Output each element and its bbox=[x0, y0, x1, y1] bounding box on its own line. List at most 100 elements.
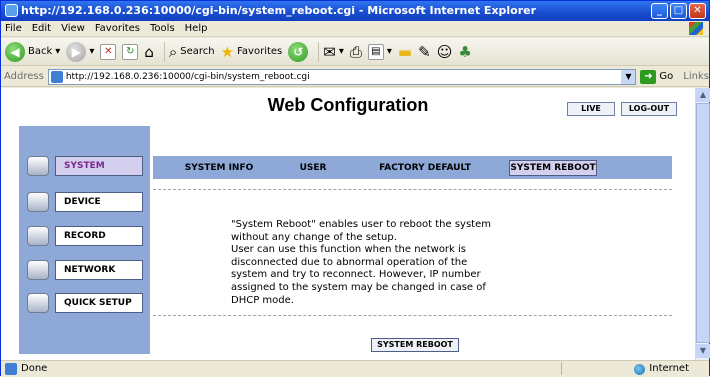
vertical-scrollbar[interactable]: ▲ ▼ bbox=[695, 88, 710, 360]
maximize-button[interactable]: □ bbox=[670, 3, 687, 19]
go-arrow-icon: ➜ bbox=[640, 69, 657, 84]
status-text: Done bbox=[21, 363, 48, 374]
messenger-icon: ☺ bbox=[436, 42, 453, 61]
sidebar-item-label: RECORD bbox=[55, 226, 143, 246]
system-reboot-button[interactable]: SYSTEM REBOOT bbox=[371, 338, 459, 352]
divider bbox=[153, 315, 672, 316]
page-done-icon bbox=[5, 363, 17, 375]
scroll-thumb[interactable] bbox=[696, 103, 710, 343]
sidebar-item-label: NETWORK bbox=[55, 260, 143, 280]
tab-factory-default[interactable]: FACTORY DEFAULT bbox=[373, 160, 477, 176]
zone-label: Internet bbox=[649, 363, 689, 374]
menu-edit[interactable]: Edit bbox=[32, 21, 51, 36]
menu-tools[interactable]: Tools bbox=[150, 21, 175, 36]
search-label: Search bbox=[180, 46, 215, 57]
menu-help[interactable]: Help bbox=[185, 21, 208, 36]
chevron-down-icon[interactable]: ▾ bbox=[89, 46, 94, 57]
edit-icon: ▤ bbox=[367, 43, 384, 60]
tab-system-reboot[interactable]: SYSTEM REBOOT bbox=[509, 160, 597, 176]
logout-button[interactable]: LOG-OUT bbox=[621, 102, 677, 116]
edit-button[interactable]: ▤ ▾ bbox=[367, 43, 392, 60]
back-button[interactable]: ◀ Back ▾ bbox=[5, 41, 60, 62]
go-button[interactable]: ➜ Go bbox=[640, 69, 674, 84]
stop-icon: ✕ bbox=[100, 43, 117, 60]
menu-bar: File Edit View Favorites Tools Help bbox=[1, 21, 709, 37]
internet-globe-icon bbox=[634, 363, 646, 375]
description-line: system and try to reconnect. However, IP… bbox=[231, 269, 481, 281]
folder-button[interactable]: ▬ bbox=[398, 43, 412, 61]
mail-icon: ✉ bbox=[323, 42, 336, 61]
address-bar: Address http://192.168.0.236:10000/cgi-b… bbox=[1, 67, 709, 87]
menu-view[interactable]: View bbox=[61, 21, 85, 36]
internet-explorer-icon bbox=[5, 4, 18, 17]
research-button[interactable]: ✎ bbox=[418, 43, 431, 61]
description-line: User can use this function when the netw… bbox=[231, 244, 466, 256]
people-icon: ♣ bbox=[458, 42, 472, 61]
sidebar-item-record[interactable]: RECORD bbox=[27, 226, 143, 246]
people-button[interactable]: ♣ bbox=[458, 43, 471, 61]
device-icon bbox=[27, 192, 49, 212]
sidebar-item-label: QUICK SETUP bbox=[55, 293, 143, 313]
scroll-down-icon[interactable]: ▼ bbox=[696, 344, 710, 358]
browser-window: http://192.168.0.236:10000/cgi-bin/syste… bbox=[0, 0, 710, 376]
page-icon bbox=[50, 70, 63, 83]
scroll-up-icon[interactable]: ▲ bbox=[696, 88, 710, 102]
print-button[interactable]: ⎙ bbox=[350, 43, 362, 61]
reboot-description: "System Reboot" enables user to reboot t… bbox=[231, 219, 551, 307]
minimize-button[interactable]: _ bbox=[651, 3, 668, 19]
home-icon: ⌂ bbox=[144, 42, 154, 61]
title-bar: http://192.168.0.236:10000/cgi-bin/syste… bbox=[1, 1, 709, 21]
security-zone: Internet bbox=[634, 361, 689, 377]
sidebar-item-quick-setup[interactable]: QUICK SETUP bbox=[27, 293, 143, 313]
chevron-down-icon[interactable]: ▾ bbox=[387, 46, 392, 57]
favorites-star-icon: ★ bbox=[220, 42, 235, 61]
chevron-down-icon[interactable]: ▾ bbox=[339, 46, 344, 57]
live-button[interactable]: LIVE bbox=[567, 102, 615, 116]
chevron-down-icon[interactable]: ▼ bbox=[621, 69, 636, 84]
divider bbox=[153, 189, 672, 190]
research-icon: ✎ bbox=[418, 42, 431, 61]
tab-user[interactable]: USER bbox=[293, 160, 333, 176]
sidebar-item-device[interactable]: DEVICE bbox=[27, 192, 143, 212]
print-icon: ⎙ bbox=[349, 42, 362, 61]
refresh-button[interactable]: ↻ bbox=[122, 43, 139, 60]
description-line: disconnected due to abnormal operation o… bbox=[231, 256, 468, 268]
links-button[interactable]: Links bbox=[683, 71, 709, 82]
forward-button[interactable]: ▶ ▾ bbox=[66, 41, 94, 62]
sidebar-item-network[interactable]: NETWORK bbox=[27, 260, 143, 280]
home-button[interactable]: ⌂ bbox=[144, 43, 154, 61]
refresh-icon: ↻ bbox=[122, 43, 139, 60]
favorites-button[interactable]: ★ Favorites bbox=[221, 43, 283, 61]
sidebar-item-label: DEVICE bbox=[55, 192, 143, 212]
stop-button[interactable]: ✕ bbox=[100, 43, 117, 60]
address-input[interactable]: http://192.168.0.236:10000/cgi-bin/syste… bbox=[47, 68, 637, 85]
tab-bar: SYSTEM INFO USER FACTORY DEFAULT SYSTEM … bbox=[153, 156, 672, 179]
status-bar: Done Internet bbox=[1, 360, 709, 376]
sidebar-item-label: SYSTEM bbox=[55, 156, 143, 176]
chevron-down-icon[interactable]: ▾ bbox=[55, 46, 60, 57]
forward-arrow-icon: ▶ bbox=[66, 41, 87, 62]
mail-button[interactable]: ✉ ▾ bbox=[323, 43, 344, 61]
record-icon bbox=[27, 226, 49, 246]
address-label: Address bbox=[4, 71, 44, 82]
go-label: Go bbox=[659, 71, 674, 82]
menu-file[interactable]: File bbox=[5, 21, 22, 36]
page-content: Web Configuration LIVE LOG-OUT SYSTEM DE… bbox=[1, 88, 695, 360]
toolbar-separator bbox=[318, 41, 320, 62]
history-icon: ↺ bbox=[288, 41, 309, 62]
description-line: "System Reboot" enables user to reboot t… bbox=[231, 219, 491, 230]
messenger-button[interactable]: ☺ bbox=[437, 43, 453, 61]
window-controls: _ □ ✕ bbox=[651, 3, 706, 19]
search-button[interactable]: ⌕ Search bbox=[169, 43, 215, 61]
menu-favorites[interactable]: Favorites bbox=[95, 21, 140, 36]
back-arrow-icon: ◀ bbox=[5, 41, 25, 62]
description-line: DHCP mode. bbox=[231, 294, 294, 306]
quick-setup-icon bbox=[27, 293, 49, 313]
toolbar: ◀ Back ▾ ▶ ▾ ✕ ↻ ⌂ ⌕ Search ★ Favorites … bbox=[1, 38, 709, 66]
close-button[interactable]: ✕ bbox=[689, 3, 706, 19]
sidebar-item-system[interactable]: SYSTEM bbox=[27, 156, 143, 176]
history-button[interactable]: ↺ bbox=[288, 41, 309, 62]
folder-icon: ▬ bbox=[397, 42, 413, 61]
tab-system-info[interactable]: SYSTEM INFO bbox=[179, 160, 259, 176]
description-line: assigned to the system may be changed in… bbox=[231, 281, 486, 293]
